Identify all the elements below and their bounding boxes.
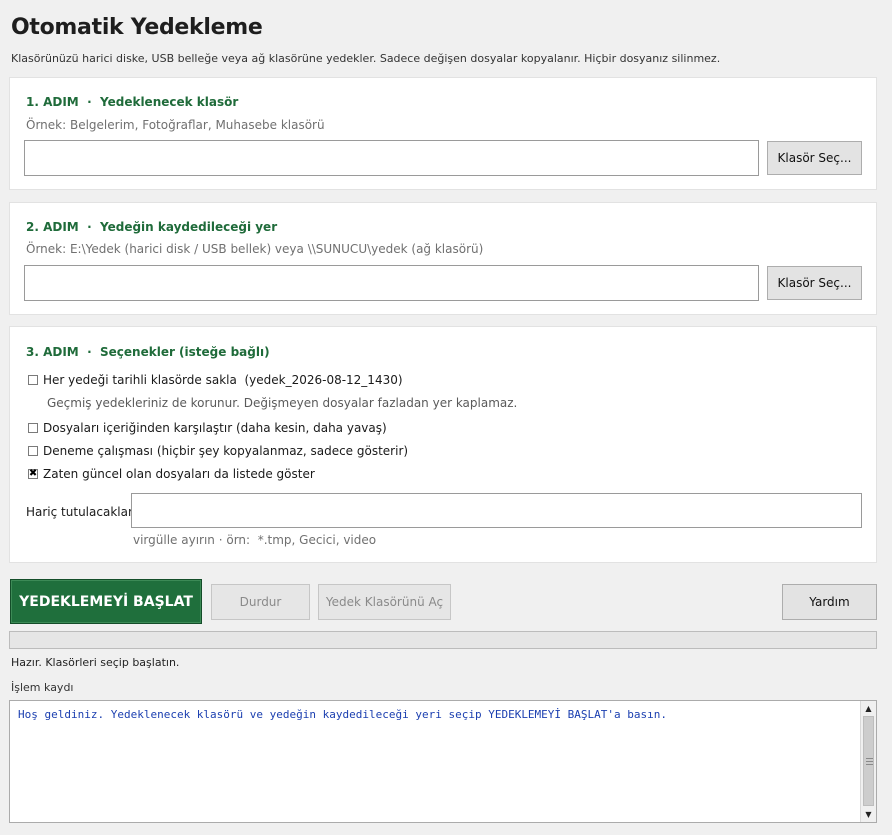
- step2-panel: 2. ADIM · Yedeğin kaydedileceği yer Örne…: [9, 202, 877, 315]
- exclude-input[interactable]: [131, 493, 862, 528]
- show-uptodate-label: Zaten güncel olan dosyaları da listede g…: [43, 467, 315, 481]
- scroll-down-icon[interactable]: ▼: [861, 807, 876, 822]
- dated-folder-note: Geçmiş yedekleriniz de korunur. Değişmey…: [47, 396, 518, 410]
- show-uptodate-checkbox[interactable]: ✖: [28, 469, 38, 479]
- scroll-grip: [866, 764, 873, 765]
- stop-button[interactable]: Durdur: [211, 584, 310, 620]
- status-text: Hazır. Klasörleri seçip başlatın.: [11, 656, 180, 669]
- step1-title: 1. ADIM · Yedeklenecek klasör: [26, 95, 239, 109]
- source-browse-button[interactable]: Klasör Seç...: [767, 141, 862, 175]
- scroll-thumb[interactable]: [863, 716, 874, 806]
- page-subtitle: Klasörünüzü harici diske, USB belleğe ve…: [11, 52, 721, 65]
- exclude-label: Hariç tutulacaklar:: [26, 505, 137, 519]
- step3-title: 3. ADIM · Seçenekler (isteğe bağlı): [26, 345, 270, 359]
- exclude-hint: virgülle ayırın · örn: *.tmp, Gecici, vi…: [133, 533, 377, 547]
- option-dry-run[interactable]: Deneme çalışması (hiçbir şey kopyalanmaz…: [28, 444, 408, 458]
- option-content-compare[interactable]: Dosyaları içeriğinden karşılaştır (daha …: [28, 421, 387, 435]
- page-title: Otomatik Yedekleme: [11, 15, 263, 40]
- dated-folder-checkbox[interactable]: [28, 375, 38, 385]
- step1-hint: Örnek: Belgelerim, Fotoğraflar, Muhasebe…: [26, 118, 325, 132]
- step1-panel: 1. ADIM · Yedeklenecek klasör Örnek: Bel…: [9, 77, 877, 190]
- step2-title: 2. ADIM · Yedeğin kaydedileceği yer: [26, 220, 278, 234]
- dry-run-checkbox[interactable]: [28, 446, 38, 456]
- progress-bar: [9, 631, 877, 649]
- scroll-up-icon[interactable]: ▲: [861, 701, 876, 716]
- step2-hint: Örnek: E:\Yedek (harici disk / USB belle…: [26, 242, 484, 256]
- scroll-grip: [866, 758, 873, 759]
- log-text: Hoş geldiniz. Yedeklenecek klasörü ve ye…: [18, 708, 668, 721]
- dry-run-label: Deneme çalışması (hiçbir şey kopyalanmaz…: [43, 444, 409, 458]
- option-show-uptodate[interactable]: ✖ Zaten güncel olan dosyaları da listede…: [28, 467, 315, 481]
- open-backup-folder-button[interactable]: Yedek Klasörünü Aç: [318, 584, 451, 620]
- log-textarea[interactable]: Hoş geldiniz. Yedeklenecek klasörü ve ye…: [9, 700, 877, 823]
- source-folder-input[interactable]: [24, 140, 759, 176]
- log-scrollbar[interactable]: ▲ ▼: [860, 701, 876, 822]
- start-backup-button[interactable]: YEDEKLEMEYİ BAŞLAT: [10, 579, 202, 624]
- log-label: İşlem kaydı: [11, 681, 74, 694]
- dated-folder-label: Her yedeği tarihli klasörde sakla (yedek…: [43, 373, 403, 387]
- option-dated-folder[interactable]: Her yedeği tarihli klasörde sakla (yedek…: [28, 373, 403, 387]
- destination-browse-button[interactable]: Klasör Seç...: [767, 266, 862, 300]
- scroll-grip: [866, 761, 873, 762]
- content-compare-label: Dosyaları içeriğinden karşılaştır (daha …: [43, 421, 387, 435]
- step3-panel: 3. ADIM · Seçenekler (isteğe bağlı) Her …: [9, 326, 877, 563]
- help-button[interactable]: Yardım: [782, 584, 877, 620]
- destination-folder-input[interactable]: [24, 265, 759, 301]
- content-compare-checkbox[interactable]: [28, 423, 38, 433]
